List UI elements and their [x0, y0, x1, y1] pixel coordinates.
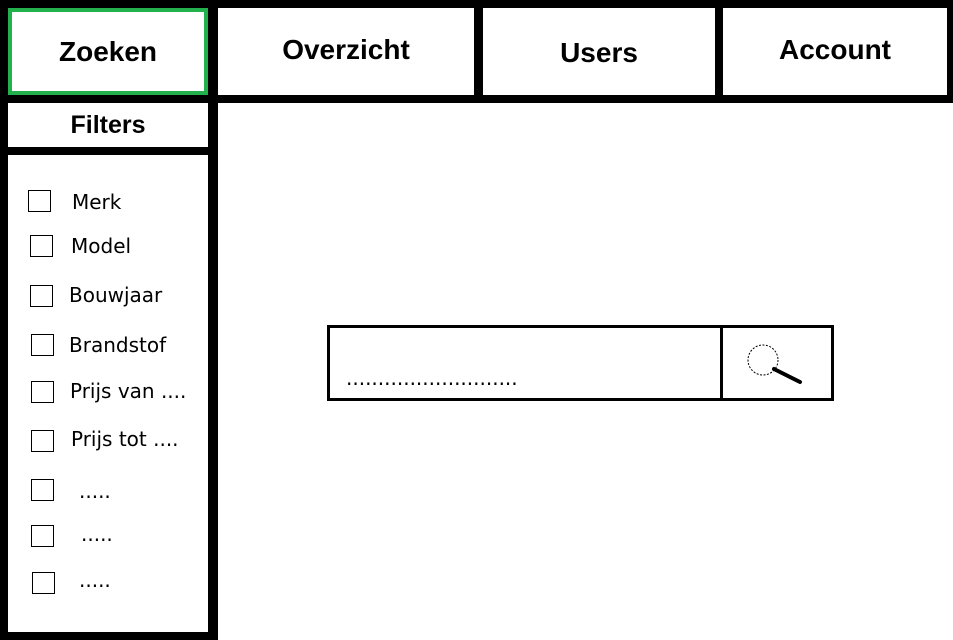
- search-icon: [747, 344, 802, 384]
- filter-item-extra-1[interactable]: .....: [8, 477, 208, 507]
- filter-label: .....: [79, 479, 111, 503]
- checkbox[interactable]: [31, 430, 54, 452]
- filter-item-prijs-tot[interactable]: Prijs tot ....: [8, 426, 208, 456]
- filter-item-prijs-van[interactable]: Prijs van ....: [8, 378, 208, 408]
- filter-item-extra-3[interactable]: .....: [8, 568, 208, 599]
- checkbox[interactable]: [30, 235, 53, 257]
- filter-item-merk[interactable]: Merk: [8, 187, 208, 217]
- filter-label: Model: [71, 234, 132, 258]
- filter-item-brandstof[interactable]: Brandstof: [8, 331, 208, 361]
- filter-label: Merk: [72, 190, 122, 214]
- checkbox[interactable]: [31, 479, 54, 501]
- frame-left: [0, 0, 8, 640]
- checkbox[interactable]: [30, 285, 53, 307]
- sidebar-divider: [208, 103, 218, 640]
- tab-users[interactable]: Users: [483, 8, 715, 95]
- filter-item-extra-2[interactable]: .....: [8, 522, 208, 552]
- filters-header-divider: [0, 147, 218, 155]
- tab-divider-2: [474, 0, 483, 103]
- checkbox[interactable]: [31, 334, 54, 356]
- tab-label: Overzicht: [282, 33, 410, 65]
- filter-label: Prijs van ....: [70, 379, 187, 403]
- filter-label: .....: [81, 522, 113, 546]
- filter-item-bouwjaar[interactable]: Bouwjaar: [8, 281, 208, 311]
- checkbox[interactable]: [28, 190, 51, 212]
- filter-label: Brandstof: [69, 333, 167, 357]
- frame-right: [947, 0, 953, 103]
- tab-divider-1: [208, 0, 218, 103]
- search-button[interactable]: [723, 328, 831, 398]
- filter-label: Bouwjaar: [69, 283, 163, 307]
- tab-overzicht[interactable]: Overzicht: [218, 8, 474, 95]
- filter-panel: Merk Model Bouwjaar Brandstof Prijs van …: [8, 155, 208, 632]
- app-window: Zoeken Overzicht Users Account Filters M…: [0, 0, 953, 640]
- checkbox[interactable]: [32, 572, 55, 594]
- tab-divider-3: [715, 0, 723, 103]
- search-input[interactable]: [330, 328, 723, 398]
- tab-zoeken[interactable]: Zoeken: [8, 8, 208, 95]
- tab-label: Zoeken: [58, 35, 158, 67]
- frame-bottom: [0, 632, 218, 640]
- filters-heading: Filters: [8, 103, 208, 147]
- tab-label: Account: [779, 33, 891, 65]
- search-bar: [327, 325, 834, 401]
- filter-item-model[interactable]: Model: [8, 232, 208, 262]
- tab-account[interactable]: Account: [723, 8, 947, 95]
- tab-label: Users: [560, 36, 638, 68]
- filter-label: Prijs tot ....: [71, 427, 179, 451]
- filter-label: .....: [79, 568, 111, 592]
- checkbox[interactable]: [31, 381, 54, 403]
- checkbox[interactable]: [31, 525, 54, 547]
